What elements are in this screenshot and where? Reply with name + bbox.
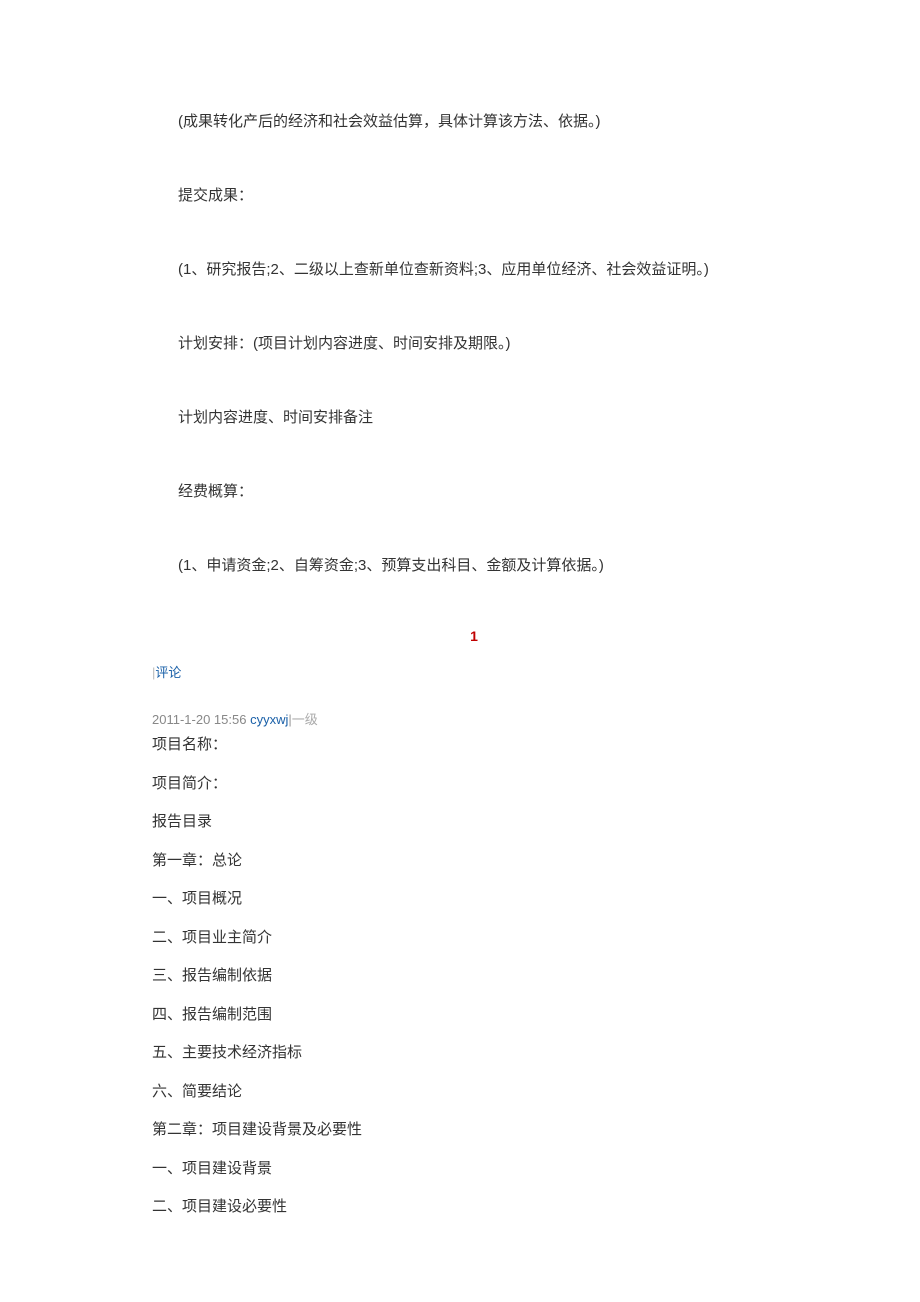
line-project-intro: 项目简介： bbox=[148, 773, 800, 796]
document-page: (成果转化产后的经济和社会效益估算，具体计算该方法、依据。) 提交成果： (1、… bbox=[0, 0, 920, 1275]
line-project-name: 项目名称： bbox=[148, 734, 800, 757]
paragraph-schedule: 计划安排：(项目计划内容进度、时间安排及期限。) bbox=[148, 332, 800, 356]
paragraph-submit-results: 提交成果： bbox=[148, 184, 800, 208]
line-ch1-3: 三、报告编制依据 bbox=[148, 965, 800, 988]
line-ch1-4: 四、报告编制范围 bbox=[148, 1004, 800, 1027]
paragraph-budget-estimate: 经费概算： bbox=[148, 480, 800, 504]
line-ch1-1: 一、项目概况 bbox=[148, 888, 800, 911]
line-ch2-1: 一、项目建设背景 bbox=[148, 1158, 800, 1181]
line-ch2-2: 二、项目建设必要性 bbox=[148, 1196, 800, 1219]
paragraph-results-estimate: (成果转化产后的经济和社会效益估算，具体计算该方法、依据。) bbox=[148, 110, 800, 134]
line-ch1-2: 二、项目业主简介 bbox=[148, 927, 800, 950]
line-chapter-2: 第二章：项目建设背景及必要性 bbox=[148, 1119, 800, 1142]
paragraph-budget-details: (1、申请资金;2、自筹资金;3、预算支出科目、金额及计算依据。) bbox=[148, 554, 800, 578]
paragraph-schedule-note: 计划内容进度、时间安排备注 bbox=[148, 406, 800, 430]
page-number: 1 bbox=[148, 628, 800, 644]
comment-link[interactable]: 评论 bbox=[155, 665, 181, 680]
line-ch1-6: 六、简要结论 bbox=[148, 1081, 800, 1104]
paragraph-submit-details: (1、研究报告;2、二级以上查新单位查新资料;3、应用单位经济、社会效益证明。) bbox=[148, 258, 800, 282]
timestamp: 2011-1-20 15:56 bbox=[152, 712, 246, 727]
post-meta: 2011-1-20 15:56 cyyxwj|一级 bbox=[148, 709, 800, 728]
line-chapter-1: 第一章：总论 bbox=[148, 850, 800, 873]
username-link[interactable]: cyyxwj bbox=[250, 712, 288, 727]
comment-row: |评论 bbox=[148, 662, 800, 681]
line-report-toc: 报告目录 bbox=[148, 811, 800, 834]
line-ch1-5: 五、主要技术经济指标 bbox=[148, 1042, 800, 1065]
user-level: 一级 bbox=[292, 712, 318, 727]
